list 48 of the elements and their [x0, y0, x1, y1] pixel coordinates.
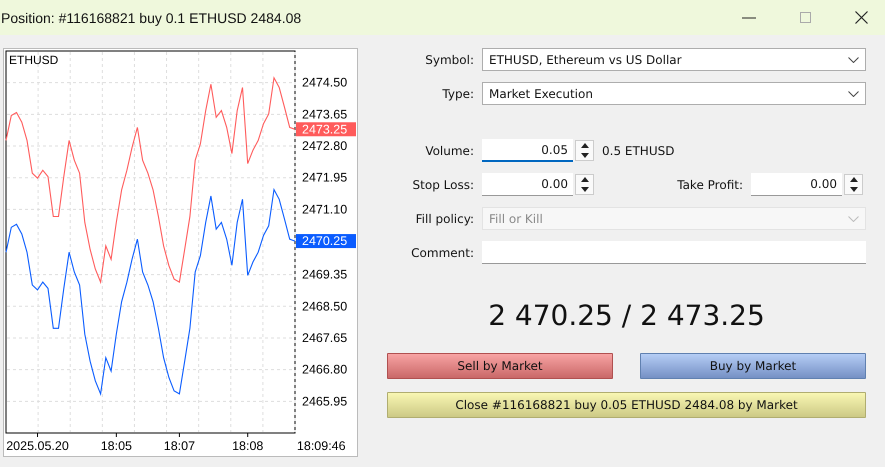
field-label: Volume:	[424, 144, 475, 158]
spin-buttons[interactable]	[575, 174, 594, 195]
x-tick-label: 18:08	[232, 439, 264, 453]
spin-buttons[interactable]	[844, 174, 863, 195]
caret-icon	[848, 216, 859, 222]
price-quote: 2 470.25 / 2 473.25	[487, 299, 766, 334]
y-tick-label: 2471.95	[302, 170, 348, 185]
x-tick-label: 2025.05.20	[6, 439, 69, 453]
maximize-icon	[800, 12, 811, 23]
annotation: 2470.25	[302, 234, 348, 248]
stop-loss-field[interactable]: 0.00	[482, 173, 573, 196]
field-label: Type:	[441, 86, 475, 100]
type-dropdown[interactable]: Market Execution	[482, 82, 866, 105]
y-tick-label: 2465.95	[302, 394, 348, 408]
x-tick-label: 18:05	[100, 439, 132, 453]
y-tick-label: 2468.50	[302, 299, 348, 314]
field-label: Stop Loss:	[412, 178, 475, 192]
window-title: Position: #116168821 buy 0.1 ETHUSD 2484.08	[0, 10, 302, 26]
comment-field[interactable]	[482, 241, 866, 264]
take-profit-field[interactable]: 0.00	[751, 173, 842, 196]
field-label: Symbol:	[424, 52, 475, 66]
field-label: Take Profit:	[676, 178, 744, 192]
price-tag: 2473.25	[296, 122, 356, 136]
minimize-icon[interactable]	[742, 16, 756, 18]
y-tick-label: 2469.35	[302, 268, 348, 282]
close-icon[interactable]	[855, 11, 868, 24]
field-label: Comment:	[410, 246, 475, 260]
close-button[interactable]: Close #116168821 buy 0.05 ETHUSD 2484.08 by Market	[387, 392, 866, 418]
annotation: 2473.25	[302, 122, 348, 136]
y-tick-label: 2472.80	[302, 139, 348, 154]
symbol-dropdown[interactable]: ETHUSD, Ethereum vs US Dollar	[482, 48, 866, 71]
caret-icon	[848, 90, 859, 96]
x-tick-label: 18:09:46	[296, 439, 346, 453]
y-tick-label: 2474.50	[302, 76, 348, 90]
caret-icon	[848, 56, 859, 62]
y-tick-label: 2473.65	[302, 107, 348, 122]
sell-button[interactable]: Sell by Market	[387, 353, 613, 379]
volume-note: 0.5 ETHUSD	[602, 144, 674, 158]
volume-field[interactable]: 0.05	[482, 139, 573, 162]
x-tick-label: 18:07	[164, 439, 196, 453]
y-tick-label: 2471.10	[302, 202, 348, 216]
price-tag: 2470.25	[296, 234, 356, 248]
chart-title: ETHUSD	[9, 53, 58, 67]
buy-button[interactable]: Buy by Market	[640, 353, 866, 379]
y-tick-label: 2466.80	[302, 362, 348, 377]
y-tick-label: 2467.65	[302, 330, 348, 345]
field-label: Fill policy:	[414, 212, 475, 226]
spin-buttons[interactable]	[575, 140, 594, 161]
